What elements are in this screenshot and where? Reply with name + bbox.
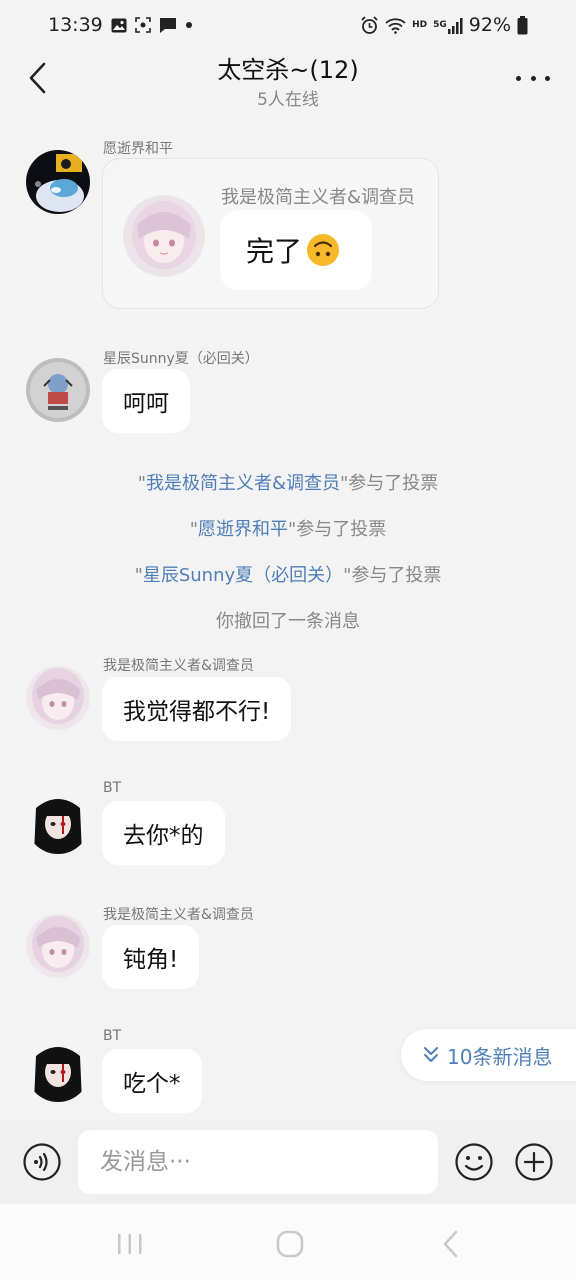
avatar[interactable]	[26, 790, 90, 854]
system-vote-notice: "星辰Sunny夏（必回关）"参与了投票	[0, 561, 576, 587]
avatar[interactable]	[26, 914, 90, 978]
online-count: 5人在线	[257, 90, 319, 110]
home-icon	[276, 1230, 304, 1258]
avatar	[123, 195, 205, 277]
system-user-link[interactable]: 我是极简主义者&调查员	[146, 473, 340, 494]
quote-mark: "	[189, 519, 198, 540]
system-nav-bar	[0, 1204, 576, 1280]
message-text: 去你*的	[123, 823, 204, 849]
system-action: 参与了投票	[296, 519, 387, 540]
emoji-button[interactable]	[454, 1142, 494, 1182]
new-messages-label: 10条新消息	[447, 1044, 553, 1069]
sender-name: 我是极简主义者&调查员	[103, 658, 254, 674]
voice-icon	[23, 1143, 61, 1181]
system-recall-notice: 你撤回了一条消息	[216, 611, 360, 632]
status-time: 13:39	[48, 14, 103, 36]
avatar[interactable]	[26, 1038, 90, 1102]
quote-card[interactable]: 我是极简主义者&调查员 完了	[102, 158, 439, 309]
sender-name: BT	[103, 1028, 122, 1044]
sender-name: 星辰Sunny夏（必回关）	[103, 351, 259, 367]
quoted-message-bubble: 完了	[220, 210, 372, 290]
message-text: 我觉得都不行!	[123, 699, 271, 725]
system-action: 参与了投票	[351, 565, 442, 586]
system-user-link[interactable]: 愿逝界和平	[198, 519, 288, 540]
chat-header: 太空杀~(12) 5人在线	[0, 44, 576, 120]
quoted-sender-name: 我是极简主义者&调查员	[221, 187, 416, 208]
avatar[interactable]	[26, 666, 90, 730]
new-messages-button[interactable]: 10条新消息	[401, 1029, 576, 1081]
quote-mark: "	[134, 565, 143, 586]
alarm-icon	[360, 15, 379, 35]
avatar[interactable]	[26, 150, 90, 214]
system-vote-notice: "愿逝界和平"参与了投票	[0, 515, 576, 541]
avatar[interactable]	[26, 358, 90, 422]
message-bubble[interactable]: 呵呵	[102, 369, 190, 433]
recent-apps-icon	[118, 1234, 142, 1254]
message-text: 钝角!	[123, 947, 179, 973]
message-input[interactable]	[78, 1130, 438, 1194]
status-bar: 13:39 HD 5G 92%	[0, 0, 576, 50]
system-user-link[interactable]: 星辰Sunny夏（必回关）	[143, 565, 343, 586]
upside-down-face-icon	[306, 233, 340, 267]
home-button[interactable]	[270, 1228, 310, 1260]
message-bubble[interactable]: 钝角!	[102, 925, 200, 989]
screenshot-icon	[134, 17, 151, 33]
battery-percent: 92%	[468, 14, 511, 36]
smile-icon	[455, 1143, 493, 1181]
dot-icon	[185, 21, 193, 29]
more-icon	[516, 75, 521, 81]
plus-icon	[515, 1143, 553, 1181]
message-text: 呵呵	[123, 391, 169, 417]
quoted-message-text: 完了	[246, 235, 303, 268]
message-bubble[interactable]: 吃个*	[102, 1049, 202, 1113]
message-bubble[interactable]: 我觉得都不行!	[102, 677, 292, 741]
wifi-icon	[385, 17, 406, 34]
message-text: 吃个*	[123, 1071, 181, 1097]
signal-label: 5G	[433, 20, 447, 30]
network-label: HD	[412, 20, 428, 30]
recent-apps-button[interactable]	[110, 1228, 150, 1260]
system-action: 参与了投票	[348, 473, 439, 494]
sender-name: 愿逝界和平	[103, 141, 173, 157]
gallery-icon	[111, 18, 127, 33]
voice-button[interactable]	[22, 1142, 62, 1182]
back-arrow-icon	[443, 1230, 458, 1258]
message-icon	[159, 17, 177, 34]
message-bubble[interactable]: 去你*的	[102, 801, 225, 865]
plus-button[interactable]	[514, 1142, 554, 1182]
signal-icon: 5G	[433, 17, 463, 34]
battery-icon	[517, 15, 528, 35]
sender-name: BT	[103, 780, 122, 796]
input-bar	[0, 1120, 576, 1204]
more-button[interactable]	[516, 66, 550, 90]
system-vote-notice: "我是极简主义者&调查员"参与了投票	[0, 469, 576, 495]
system-back-button[interactable]	[430, 1228, 470, 1260]
sender-name: 我是极简主义者&调查员	[103, 907, 254, 923]
chat-title: 太空杀~(12)	[217, 56, 359, 84]
double-chevron-down-icon	[424, 1047, 438, 1062]
quote-mark: "	[137, 473, 146, 494]
